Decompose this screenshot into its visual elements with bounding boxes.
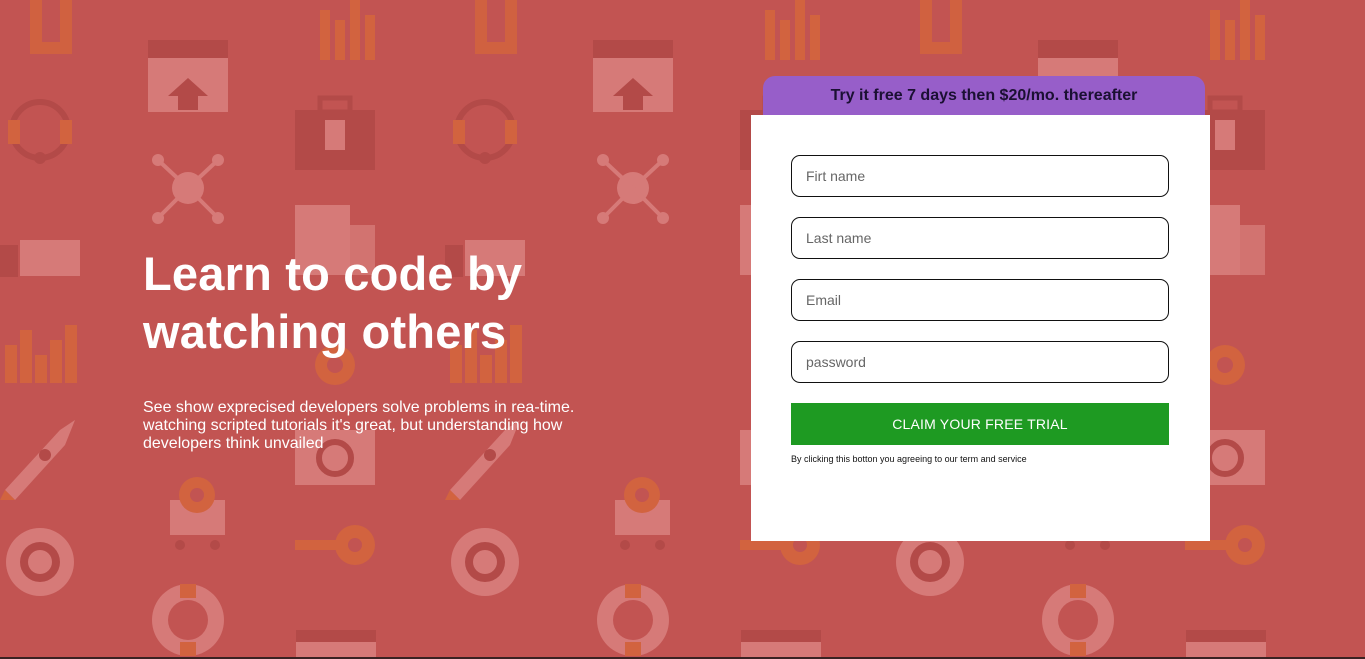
hero-title-line-1: Learn to code by bbox=[143, 247, 523, 300]
password-field[interactable] bbox=[791, 341, 1169, 383]
hero-title: Learn to code by watching others bbox=[143, 245, 613, 361]
terms-notice: By clicking this botton you agreeing to … bbox=[791, 454, 1027, 464]
hero-title-line-2: watching others bbox=[143, 305, 507, 358]
signup-form: CLAIM YOUR FREE TRIAL By clicking this b… bbox=[751, 115, 1210, 541]
last-name-field[interactable] bbox=[791, 217, 1169, 259]
trial-banner-text: Try it free 7 days then $20/mo. thereaft… bbox=[830, 86, 1138, 104]
email-field[interactable] bbox=[791, 279, 1169, 321]
hero-description: See show exprecised developers solve pro… bbox=[143, 399, 575, 452]
hero-section: Learn to code by watching others See sho… bbox=[143, 245, 613, 453]
first-name-field[interactable] bbox=[791, 155, 1169, 197]
claim-free-trial-button[interactable]: CLAIM YOUR FREE TRIAL bbox=[791, 403, 1169, 445]
trial-banner: Try it free 7 days then $20/mo. thereaft… bbox=[763, 76, 1205, 115]
